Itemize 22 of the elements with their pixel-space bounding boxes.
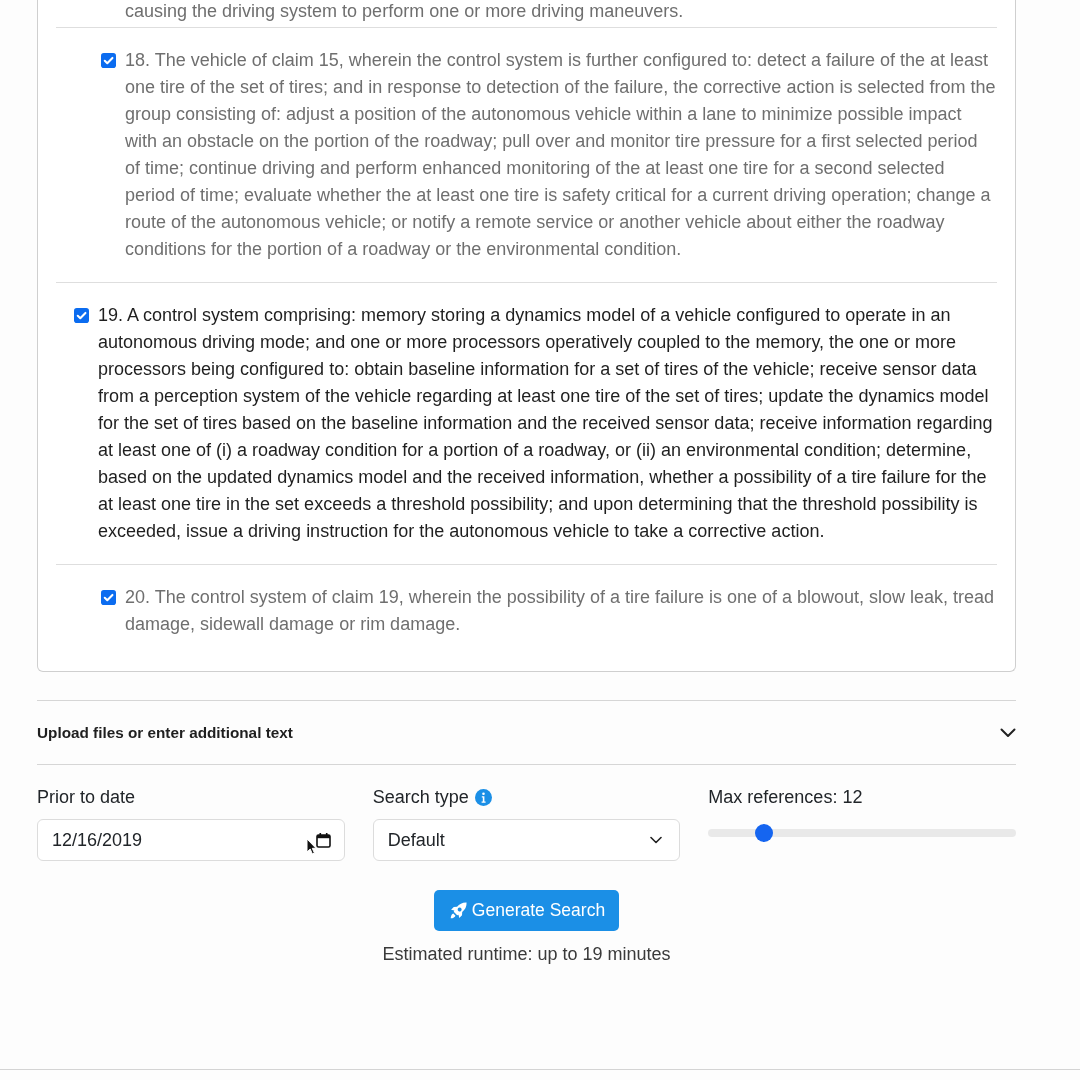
claim-text: causing the driving system to perform one or more driving maneuvers.: [124, 0, 685, 23]
slider-track[interactable]: [708, 824, 1016, 842]
claim-text: 19. A control system comprising: memory storing a dynamics model of a vehicle configured to operate in an autonomous driving mode; and one or more processors operatively coupled to the memory, the one or more processors being configured to: obtain baseline information for a set of tires of the vehicle; receive sensor data from a perception system of the vehicle regarding at least one tire of the set of tires; update the dynamics model for the set of tires based on the baseline information and the received sensor data; receive information regarding at least one of (i) a roadway condition for a portion of a roadway, or (ii) an environmental condition; determine, based on the updated dynamics model and the received information, whether a possibility of a tire failure for the at least one tire in the set exceeds a threshold possibility; and upon determining that the threshold possibility is exceeded, issue a driving instruction for the autonomous vehicle to take a corrective action.: [98, 304, 994, 543]
chevron-icon: [650, 836, 663, 844]
claim-text: 18. The vehicle of claim 15, wherein the control system is further configured to: detect a failure of the at least one tire of the set of tires; and in response to detection of the failure, the corrective action is selected from the group consisting of: adjust a position of the autonomous vehicle within a lane to minimize possible impact with an obstacle on the portion of the roadway; pull over and monitor tire pressure for a first selected period of time; continue driving and perform enhanced monitoring of the at least one tire for a second selected period of time; evaluate whether the at least one tire is safety critical for a current driving operation; change a route of the autonomous vehicle; or notify a remote service or another vehicle about either the roadway conditions for the portion of a roadway or the environmental condition.: [125, 49, 997, 261]
field-label: Prior to date: [37, 786, 136, 809]
field-label: Search type: [372, 786, 469, 809]
chevron-icon[interactable]: [1000, 727, 1016, 738]
checkbox[interactable]: [74, 308, 89, 323]
checkbox[interactable]: [101, 590, 116, 605]
calendar-icon[interactable]: [315, 832, 331, 848]
rocket-icon: [448, 901, 468, 920]
upload-section-title[interactable]: Upload files or enter additional text: [37, 723, 293, 742]
claim-text: 20. The control system of claim 19, wherein the possibility of a tire failure is one of a blowout, slow leak, tread damage, sidewall damage or rim damage.: [125, 586, 996, 636]
mouse-cursor-icon: [306, 838, 317, 855]
checkbox[interactable]: [101, 53, 116, 68]
slider-thumb[interactable]: [754, 824, 773, 842]
date-input[interactable]: 12/16/2019: [37, 819, 345, 861]
runtime-note: Estimated runtime: up to 19 minutes: [382, 943, 671, 966]
search-type-select[interactable]: Default: [372, 819, 681, 861]
field-label: Max references: 12: [708, 786, 863, 809]
info-icon[interactable]: [474, 788, 492, 806]
